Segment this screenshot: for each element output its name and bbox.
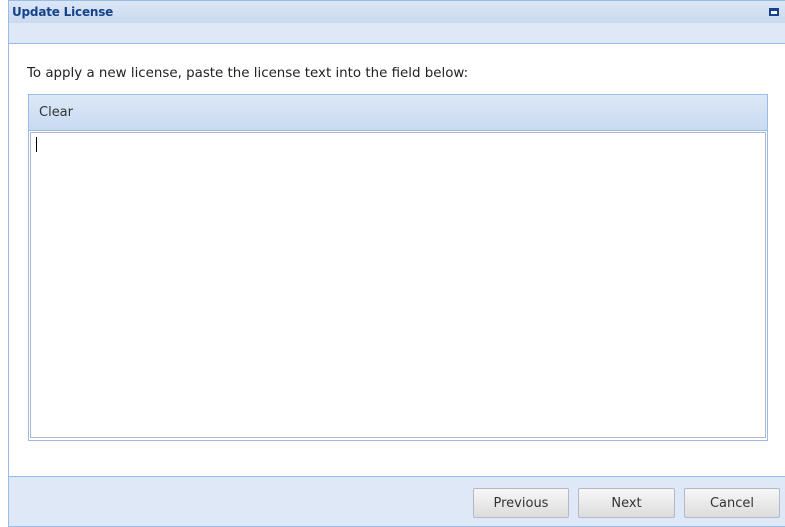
previous-button[interactable]: Previous: [473, 488, 569, 518]
cancel-button[interactable]: Cancel: [684, 488, 780, 518]
license-panel: Clear: [28, 94, 768, 441]
maximize-icon[interactable]: [767, 5, 781, 19]
dialog-title: Update License: [12, 5, 114, 19]
instructions-text: To apply a new license, paste the licens…: [27, 66, 469, 81]
dialog-titlebar[interactable]: Update License: [9, 1, 785, 23]
license-panel-toolbar: Clear: [29, 95, 767, 131]
clear-button[interactable]: Clear: [39, 105, 73, 120]
license-text-field[interactable]: [30, 132, 766, 438]
text-caret: [36, 137, 37, 152]
next-button[interactable]: Next: [578, 488, 675, 518]
